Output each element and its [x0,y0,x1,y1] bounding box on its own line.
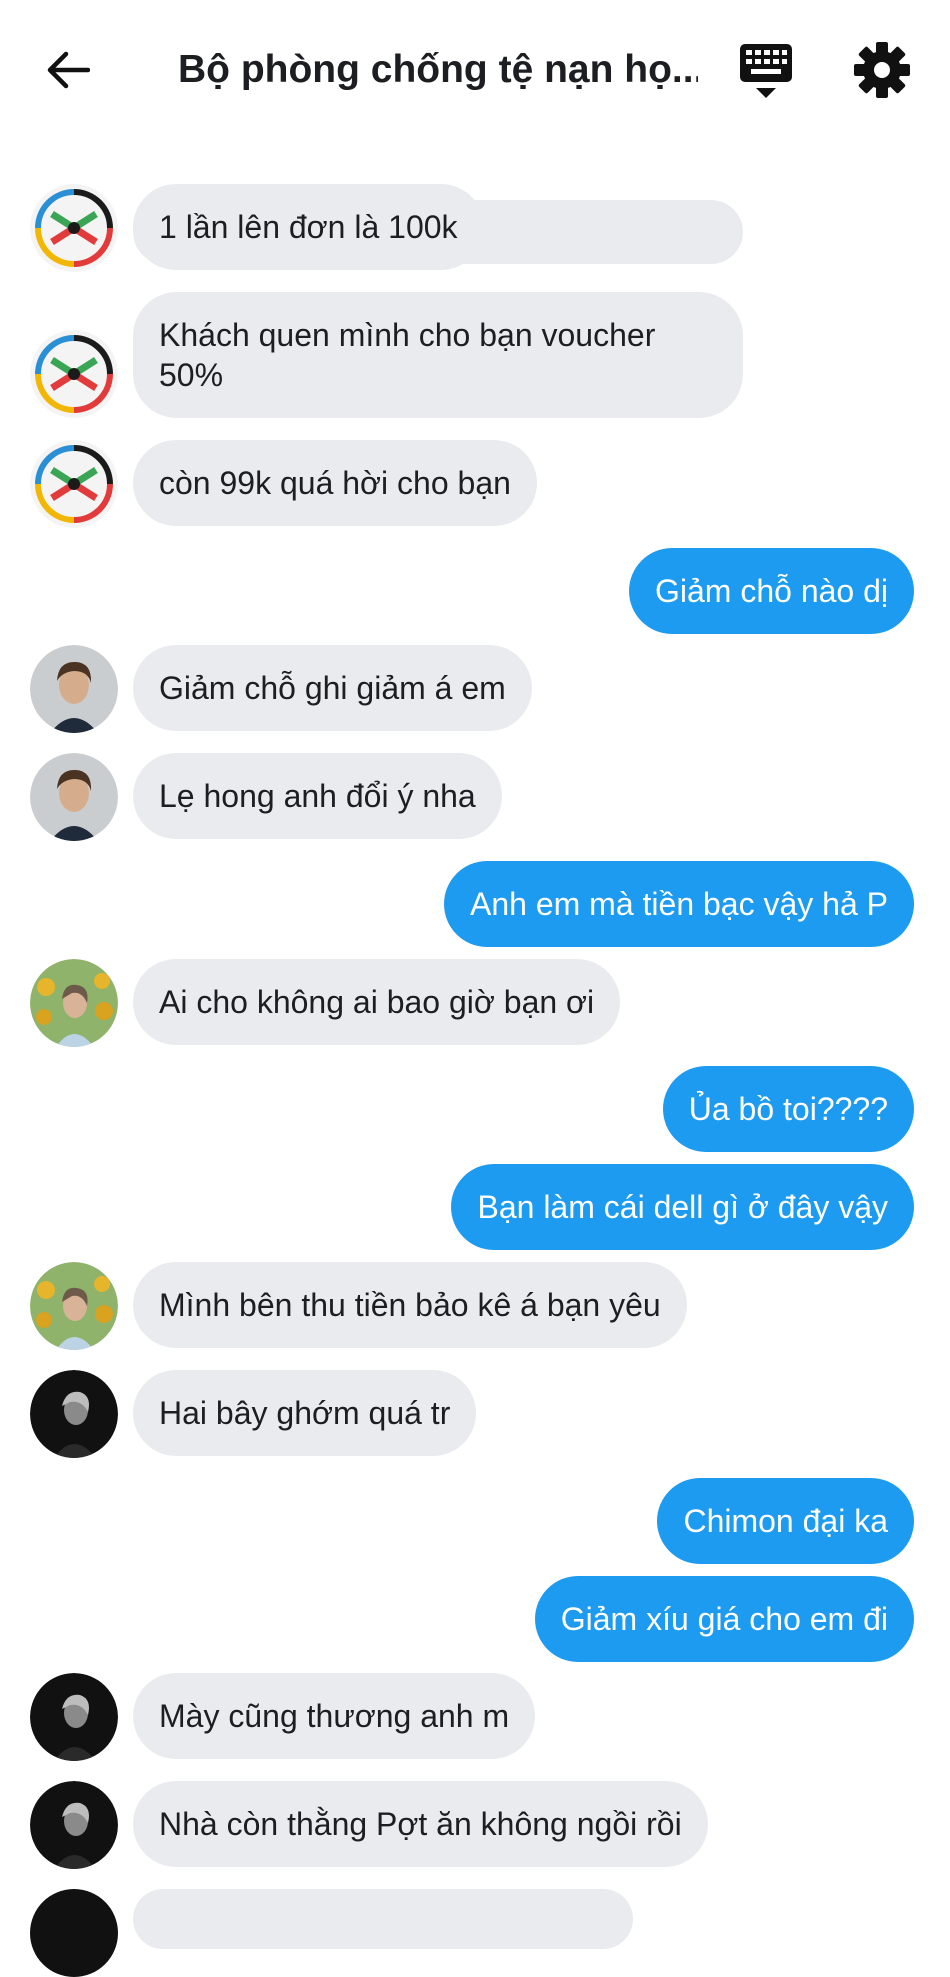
message-row: Nhà còn thằng Pợt ăn không ngồi rồi [0,1781,950,1869]
message-row: Mình bên thu tiền bảo kê á bạn yêu [0,1262,950,1350]
message-row: Anh em mà tiền bạc vậy hả P [0,861,950,949]
message-row: Lẹ hong anh đổi ý nha [0,753,950,841]
message-bubble[interactable]: Giảm chỗ ghi giảm á em [133,645,532,731]
back-button[interactable] [38,42,98,98]
message-row: 1 lần lên đơn là 100k [0,184,950,272]
message-bubble[interactable]: Mình bên thu tiền bảo kê á bạn yêu [133,1262,687,1348]
message-row: Hai bây ghớm quá tr [0,1370,950,1458]
man-suit-avatar[interactable] [30,753,118,841]
group-logo-avatar[interactable] [30,330,118,418]
message-row: Ủa bồ toi???? [0,1066,950,1154]
message-list[interactable]: 1 lần lên đơn là 100k Khách quen mình ch… [0,0,950,1977]
group-logo-avatar[interactable] [30,184,118,272]
message-bubble[interactable] [133,1889,633,1949]
chat-header: Bộ phòng chống tệ nạn họ... [0,0,950,138]
message-bubble[interactable]: Ai cho không ai bao giờ bạn ơi [133,959,621,1045]
chat-title[interactable]: Bộ phòng chống tệ nạn họ... [178,44,698,96]
sunflower-boy-avatar[interactable] [30,1262,118,1350]
keyboard-button[interactable] [738,40,794,100]
message-bubble[interactable]: 1 lần lên đơn là 100k [133,184,484,270]
man-suit-avatar[interactable] [30,645,118,733]
message-row [0,1889,950,1977]
message-bubble[interactable]: Giảm xíu giá cho em đi [534,1576,914,1662]
message-bubble[interactable]: Ủa bồ toi???? [662,1066,914,1152]
message-row: Mày cũng thương anh m [0,1673,950,1761]
message-bubble[interactable]: Hai bây ghớm quá tr [133,1370,477,1456]
dark-portrait-avatar[interactable] [30,1781,118,1869]
message-bubble[interactable]: Bạn làm cái dell gì ở đây vậy [451,1164,914,1250]
gear-icon [854,42,910,98]
message-row: Bạn làm cái dell gì ở đây vậy [0,1164,950,1252]
message-bubble[interactable]: Chimon đại ka [657,1478,914,1564]
arrow-left-icon [47,51,90,89]
message-row: Ai cho không ai bao giờ bạn ơi [0,959,950,1047]
group-logo-avatar[interactable] [30,440,118,528]
message-row: còn 99k quá hời cho bạn [0,440,950,528]
dark-portrait-avatar[interactable] [30,1673,118,1761]
sunflower-boy-avatar[interactable] [30,959,118,1047]
message-bubble[interactable]: còn 99k quá hời cho bạn [133,440,537,526]
message-bubble[interactable]: Anh em mà tiền bạc vậy hả P [444,861,914,947]
message-bubble[interactable]: Khách quen mình cho bạn voucher 50% [133,292,743,418]
avatar[interactable] [30,1889,118,1977]
message-row: Giảm chỗ nào dị [0,548,950,636]
keyboard-icon [740,44,792,98]
message-row: Chimon đại ka [0,1478,950,1566]
message-row: Khách quen mình cho bạn voucher 50% [0,292,950,418]
message-row: Giảm xíu giá cho em đi [0,1576,950,1664]
message-row: Giảm chỗ ghi giảm á em [0,645,950,733]
message-bubble[interactable]: Mày cũng thương anh m [133,1673,536,1759]
message-bubble[interactable]: Giảm chỗ nào dị [628,548,914,634]
message-bubble[interactable]: Nhà còn thằng Pợt ăn không ngồi rồi [133,1781,708,1867]
settings-button[interactable] [852,40,912,100]
dark-portrait-avatar[interactable] [30,1370,118,1458]
message-bubble[interactable]: Lẹ hong anh đổi ý nha [133,753,502,839]
